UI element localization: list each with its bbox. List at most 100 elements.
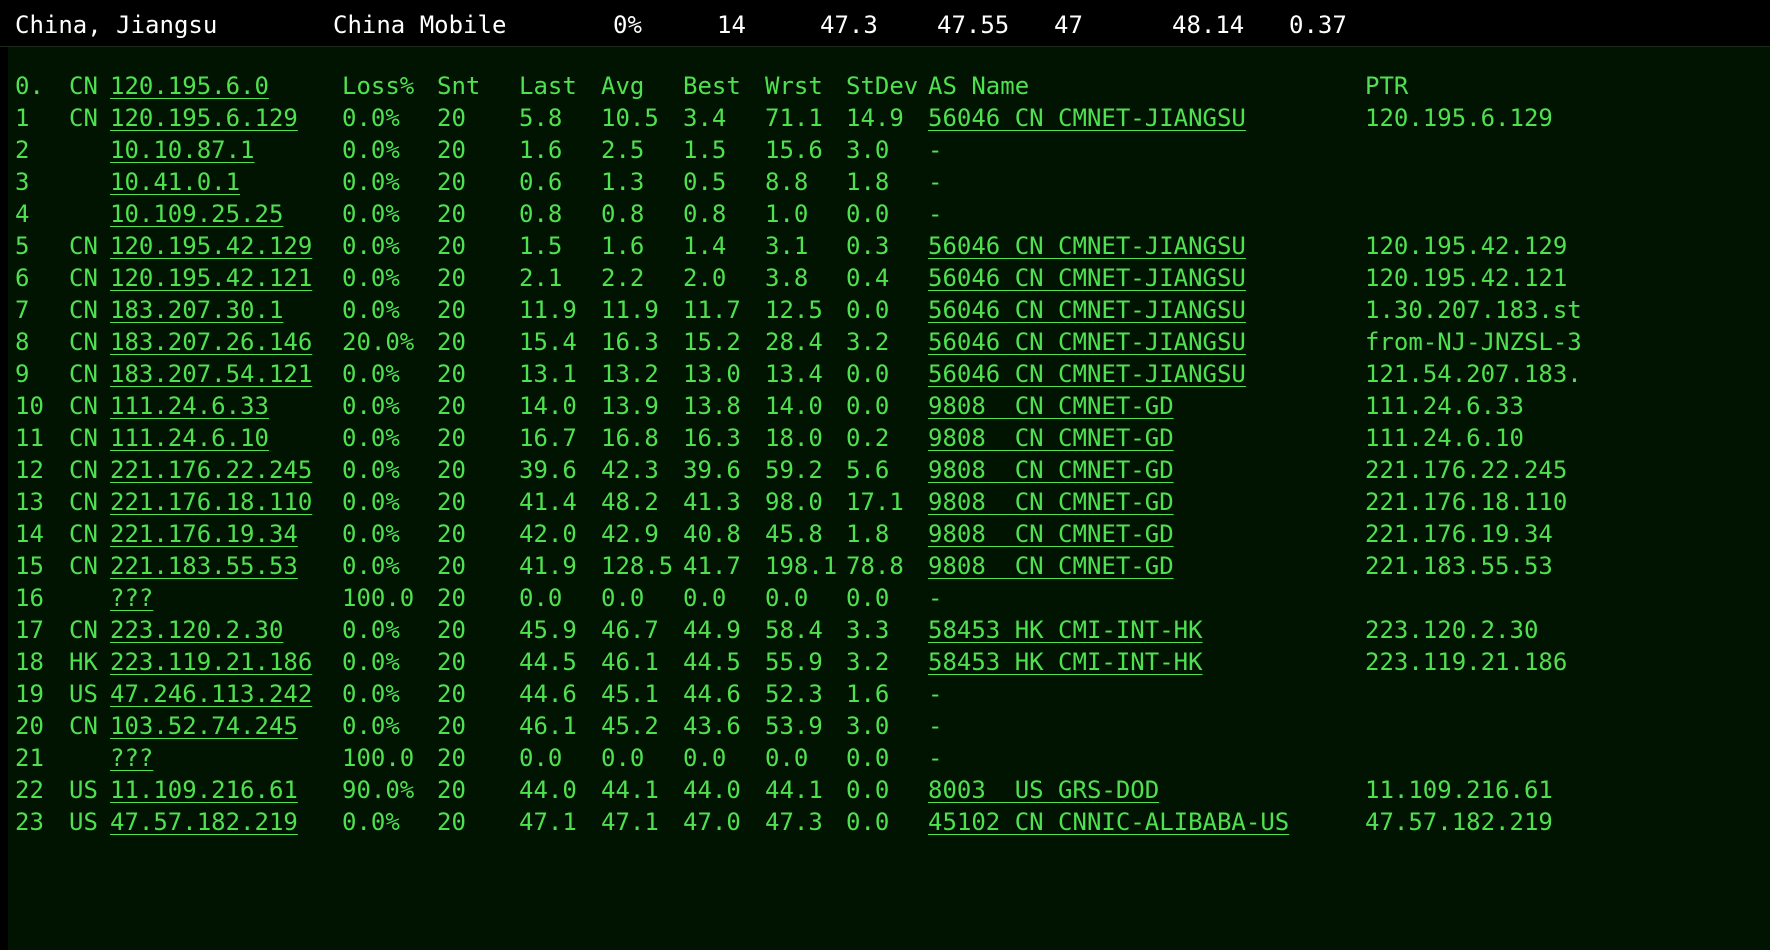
best-value: 0.8 [683,200,727,228]
stdev-value: 3.3 [846,616,890,644]
host-link[interactable]: 221.176.19.34 [110,516,298,552]
host-link[interactable]: 10.109.25.25 [110,196,283,232]
host-link[interactable]: 11.109.216.61 [110,772,298,808]
header-host-link[interactable]: 120.195.6.0 [110,68,269,104]
stdev-value: 0.0 [846,392,890,420]
worst-value: 58.4 [765,616,823,644]
hop-number: 1 [15,104,30,132]
loss-value: 100.0 [342,744,415,772]
ptr-record: 120.195.6.129 [1365,104,1553,132]
host-link[interactable]: ??? [110,740,153,776]
summary-isp: China Mobile [333,11,507,39]
host-link[interactable]: 10.10.87.1 [110,132,255,168]
last-value: 1.5 [519,232,563,260]
worst-value: 3.8 [765,264,809,292]
table-row: 18 HK 223.119.21.186 0.0% 20 44.5 46.1 44.5 55.9… [8,644,1770,680]
host-link[interactable]: 111.24.6.33 [110,388,269,424]
as-name-link[interactable]: 9808 CN CMNET-GD [928,548,1174,584]
as-name-link[interactable]: 56046 CN CMNET-JIANGSU [928,100,1246,136]
host-link[interactable]: 183.207.54.121 [110,356,312,392]
hop-number: 9 [15,360,30,388]
host-link[interactable]: 120.195.42.129 [110,228,312,264]
loss-value: 100.0 [342,584,415,612]
table-row: 10 CN 111.24.6.33 0.0% 20 14.0 13.9 13.8 14.0 0.0… [8,388,1770,424]
as-name-link[interactable]: 8003 US GRS-DOD [928,772,1159,808]
stdev-value: 17.1 [846,488,904,516]
sent-value: 20 [437,104,466,132]
table-row: 11 CN 111.24.6.10 0.0% 20 16.7 16.8 16.3 18.0 0.2… [8,420,1770,456]
host-link[interactable]: ??? [110,580,153,616]
host-link[interactable]: 47.57.182.219 [110,804,298,840]
worst-value: 15.6 [765,136,823,164]
as-name-link[interactable]: 9808 CN CMNET-GD [928,420,1174,456]
sent-value: 20 [437,424,466,452]
worst-value: 59.2 [765,456,823,484]
as-name-link[interactable]: 58453 HK CMI-INT-HK [928,612,1203,648]
sent-value: 20 [437,744,466,772]
as-name-link[interactable]: 56046 CN CMNET-JIANGSU [928,260,1246,296]
last-value: 15.4 [519,328,577,356]
host-link[interactable]: 103.52.74.245 [110,708,298,744]
loss-value: 0.0% [342,712,400,740]
as-name-link[interactable]: 56046 CN CMNET-JIANGSU [928,356,1246,392]
last-value: 39.6 [519,456,577,484]
worst-value: 198.1 [765,552,838,580]
host-link[interactable]: 221.176.18.110 [110,484,312,520]
as-name-link[interactable]: 9808 CN CMNET-GD [928,516,1174,552]
best-value: 44.5 [683,648,741,676]
best-value: 1.5 [683,136,727,164]
best-value: 0.0 [683,584,727,612]
country-code: CN [69,296,98,324]
sent-value: 20 [437,776,466,804]
as-name-link[interactable]: 56046 CN CMNET-JIANGSU [928,292,1246,328]
stdev-value: 0.0 [846,808,890,836]
table-row: 22 US 11.109.216.61 90.0% 20 44.0 44.1 44.0 44.1… [8,772,1770,808]
summary-avg: 47.55 [937,11,1010,39]
host-link[interactable]: 221.183.55.53 [110,548,298,584]
last-value: 45.9 [519,616,577,644]
ptr-record: 47.57.182.219 [1365,808,1553,836]
host-link[interactable]: 223.120.2.30 [110,612,283,648]
avg-value: 10.5 [601,104,659,132]
loss-value: 0.0% [342,808,400,836]
header-last: Last [519,72,577,100]
hop-number: 19 [15,680,44,708]
host-link[interactable]: 47.246.113.242 [110,676,312,712]
country-code: CN [69,360,98,388]
loss-value: 0.0% [342,104,400,132]
host-link[interactable]: 221.176.22.245 [110,452,312,488]
best-value: 44.0 [683,776,741,804]
host-link[interactable]: 120.195.42.121 [110,260,312,296]
summary-bar: China, Jiangsu China Mobile 0% 14 47.3 4… [0,0,1770,47]
header-snt: Snt [437,72,481,100]
best-value: 13.8 [683,392,741,420]
table-row: 8 CN 183.207.26.146 20.0% 20 15.4 16.3 15.2 28.4… [8,324,1770,360]
loss-value: 0.0% [342,616,400,644]
best-value: 47.0 [683,808,741,836]
host-link[interactable]: 10.41.0.1 [110,164,240,200]
loss-value: 0.0% [342,296,400,324]
last-value: 46.1 [519,712,577,740]
host-link[interactable]: 120.195.6.129 [110,100,298,136]
as-name-link[interactable]: 58453 HK CMI-INT-HK [928,644,1203,680]
as-name-link[interactable]: 9808 CN CMNET-GD [928,388,1174,424]
as-name-link[interactable]: 9808 CN CMNET-GD [928,484,1174,520]
avg-value: 45.2 [601,712,659,740]
country-code: US [69,776,98,804]
host-link[interactable]: 183.207.30.1 [110,292,283,328]
loss-value: 0.0% [342,360,400,388]
best-value: 40.8 [683,520,741,548]
as-name-link[interactable]: 56046 CN CMNET-JIANGSU [928,324,1246,360]
country-code: CN [69,712,98,740]
host-link[interactable]: 223.119.21.186 [110,644,312,680]
worst-value: 3.1 [765,232,809,260]
sent-value: 20 [437,200,466,228]
as-name-link[interactable]: 56046 CN CMNET-JIANGSU [928,228,1246,264]
host-link[interactable]: 111.24.6.10 [110,420,269,456]
table-row: 4 10.109.25.25 0.0% 20 0.8 0.8 0.8 1.0 0.0 - [8,196,1770,232]
loss-value: 0.0% [342,424,400,452]
hop-number: 23 [15,808,44,836]
as-name-link[interactable]: 45102 CN CNNIC-ALIBABA-US [928,804,1289,840]
as-name-link[interactable]: 9808 CN CMNET-GD [928,452,1174,488]
host-link[interactable]: 183.207.26.146 [110,324,312,360]
